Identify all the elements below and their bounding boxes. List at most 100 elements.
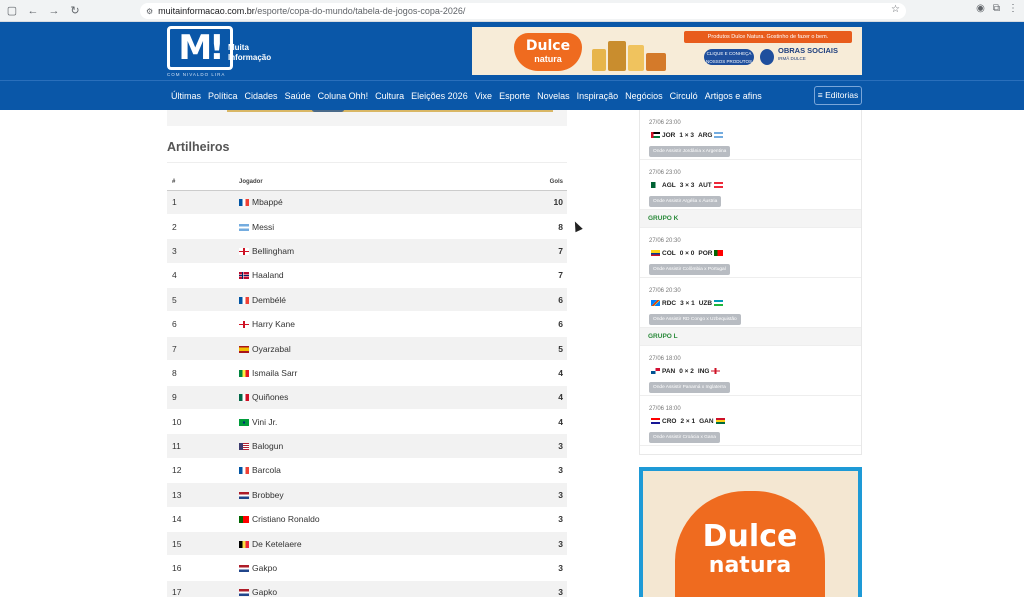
table-row: 15 De Ketelaere 3 xyxy=(167,531,567,557)
nav-item-1[interactable]: Política xyxy=(208,91,238,101)
nav-item-13[interactable]: Artigos e afins xyxy=(705,91,762,101)
home-flag-icon xyxy=(651,250,660,256)
nav-item-7[interactable]: Vixe xyxy=(475,91,492,101)
dulce-natura-logo-large: Dulce natura xyxy=(675,491,825,597)
bookmark-star-icon[interactable]: ☆ xyxy=(891,4,900,15)
away-team: AUT xyxy=(698,182,712,189)
nav-item-0[interactable]: Últimas xyxy=(171,91,201,101)
image-edge xyxy=(227,110,553,112)
where-to-watch-button[interactable]: Onde Assistir Panamá x Inglaterra xyxy=(649,382,730,393)
flag-icon xyxy=(239,491,249,499)
ad-social-title: OBRAS SOCIAIS xyxy=(778,46,839,55)
side-ad-brand: Dulce xyxy=(702,519,798,554)
away-team: UZB xyxy=(698,300,713,307)
goals-cell: 3 xyxy=(508,507,567,532)
forward-icon[interactable]: → xyxy=(45,2,63,20)
match-score: PAN 0 × 2 ING xyxy=(649,368,722,375)
goals-cell: 7 xyxy=(508,263,567,289)
player-cell: Harry Kane xyxy=(239,311,509,337)
ad-ribbon: Produtos Dulce Natura. Gostinho de fazer… xyxy=(684,31,852,43)
nav-item-11[interactable]: Negócios xyxy=(625,91,663,101)
home-team: RDC xyxy=(662,300,677,307)
dulce-natura-logo: Dulce natura xyxy=(514,33,582,71)
away-team: ING xyxy=(697,368,710,375)
where-to-watch-button[interactable]: Onde Assistir Croácia x Gana xyxy=(649,432,720,443)
side-ad-brand-sub: natura xyxy=(708,553,792,578)
away-flag-icon xyxy=(714,250,724,256)
player-cell: De Ketelaere xyxy=(239,531,509,557)
rank-cell: 9 xyxy=(167,385,239,411)
where-to-watch-button[interactable]: Onde Assistir Jordânia x Argentina xyxy=(649,146,731,157)
back-icon[interactable]: ← xyxy=(24,2,42,20)
where-to-watch-button[interactable]: Onde Assistir RD Congo x Uzbequistão xyxy=(649,314,741,325)
table-row: 17 Gapko 3 xyxy=(167,580,567,597)
header-goals: Gols xyxy=(508,175,567,191)
home-flag-icon xyxy=(651,300,660,306)
rank-cell: 14 xyxy=(167,507,239,532)
home-team: CRO xyxy=(662,418,677,425)
player-cell: Gapko xyxy=(239,580,509,597)
sidebar-toggle-icon[interactable]: ▢ xyxy=(3,2,21,20)
player-cell: Quiñones xyxy=(239,385,509,411)
main-content: Artilheiros # Jogador Gols 1 Mbappé 10 2 Mes… xyxy=(167,110,567,597)
nav-item-12[interactable]: Circuló xyxy=(670,91,698,101)
player-cell: Bellingham xyxy=(239,238,509,264)
table-row: 6 Harry Kane 6 xyxy=(167,311,567,337)
site-logo[interactable]: M! Muita Informação COM NIVALDO LIRA xyxy=(167,26,277,78)
player-cell: Barcola xyxy=(239,458,509,484)
menu-icon[interactable]: ⋮ xyxy=(1008,3,1018,14)
player-name: Mbappé xyxy=(252,197,283,208)
nav-item-5[interactable]: Cultura xyxy=(375,91,404,101)
match-score: JOR 1 × 3 ARG xyxy=(649,132,725,139)
title-divider xyxy=(167,162,567,163)
sidebar-ad[interactable]: Dulce natura xyxy=(639,467,862,597)
address-bar[interactable]: ⚙ muitainformacao.com.br/esporte/copa-do… xyxy=(140,3,906,19)
rank-cell: 3 xyxy=(167,238,239,264)
nav-item-10[interactable]: Inspiração xyxy=(577,91,619,101)
flag-icon xyxy=(239,199,249,207)
nav-item-4[interactable]: Coluna Ohh! xyxy=(318,91,369,101)
reload-icon[interactable]: ↻ xyxy=(66,2,84,20)
editorias-button[interactable]: ≡ Editorias xyxy=(814,86,862,105)
rank-cell: 10 xyxy=(167,409,239,435)
nav-item-8[interactable]: Esporte xyxy=(499,91,530,101)
player-name: Balogun xyxy=(252,441,284,452)
nav-item-2[interactable]: Cidades xyxy=(245,91,278,101)
rank-cell: 17 xyxy=(167,580,239,597)
ad-cta-button[interactable]: CLIQUE E CONHEÇA NOSSOS PRODUTOS xyxy=(704,49,754,65)
flag-icon xyxy=(239,540,249,548)
flag-icon xyxy=(239,321,249,329)
nav-item-9[interactable]: Novelas xyxy=(537,91,570,101)
home-team: AGL xyxy=(662,182,676,189)
site-info-icon[interactable]: ⚙ xyxy=(146,7,153,16)
header-ad-banner[interactable]: Dulce natura Produtos Dulce Natura. Gost… xyxy=(472,27,862,75)
player-name: De Ketelaere xyxy=(252,538,302,549)
player-cell: Balogun xyxy=(239,433,509,459)
away-team: POR xyxy=(698,250,713,257)
ad-social-icon xyxy=(760,49,774,65)
where-to-watch-button[interactable]: Onde Assistir Argélia x Áustria xyxy=(649,196,722,207)
table-row: 16 Gakpo 3 xyxy=(167,555,567,581)
table-row: 7 Oyarzabal 5 xyxy=(167,336,567,362)
goals-cell: 6 xyxy=(508,311,567,337)
flag-icon xyxy=(239,223,249,231)
nav-item-3[interactable]: Saúde xyxy=(285,91,311,101)
player-cell: Messi xyxy=(239,214,509,240)
header-player: Jogador xyxy=(239,175,509,191)
goals-cell: 10 xyxy=(508,190,567,215)
goals-cell: 3 xyxy=(508,433,567,459)
profile-icon[interactable]: ◉ xyxy=(976,3,985,14)
rank-cell: 6 xyxy=(167,311,239,337)
where-to-watch-button[interactable]: Onde Assistir Colômbia x Portugal xyxy=(649,264,730,275)
player-name: Dembélé xyxy=(252,294,287,305)
away-team: GAN xyxy=(699,418,714,425)
score-value: 3 × 3 xyxy=(679,182,695,189)
nav-item-6[interactable]: Eleições 2026 xyxy=(411,91,468,101)
table-row: 2 Messi 8 xyxy=(167,214,567,240)
match-datetime: 27/06 18:00 xyxy=(649,406,681,412)
goals-cell: 4 xyxy=(508,409,567,435)
extensions-icon[interactable]: ⧉ xyxy=(993,3,1000,14)
goals-cell: 3 xyxy=(508,531,567,557)
away-flag-icon xyxy=(714,132,724,138)
rank-cell: 13 xyxy=(167,482,239,508)
